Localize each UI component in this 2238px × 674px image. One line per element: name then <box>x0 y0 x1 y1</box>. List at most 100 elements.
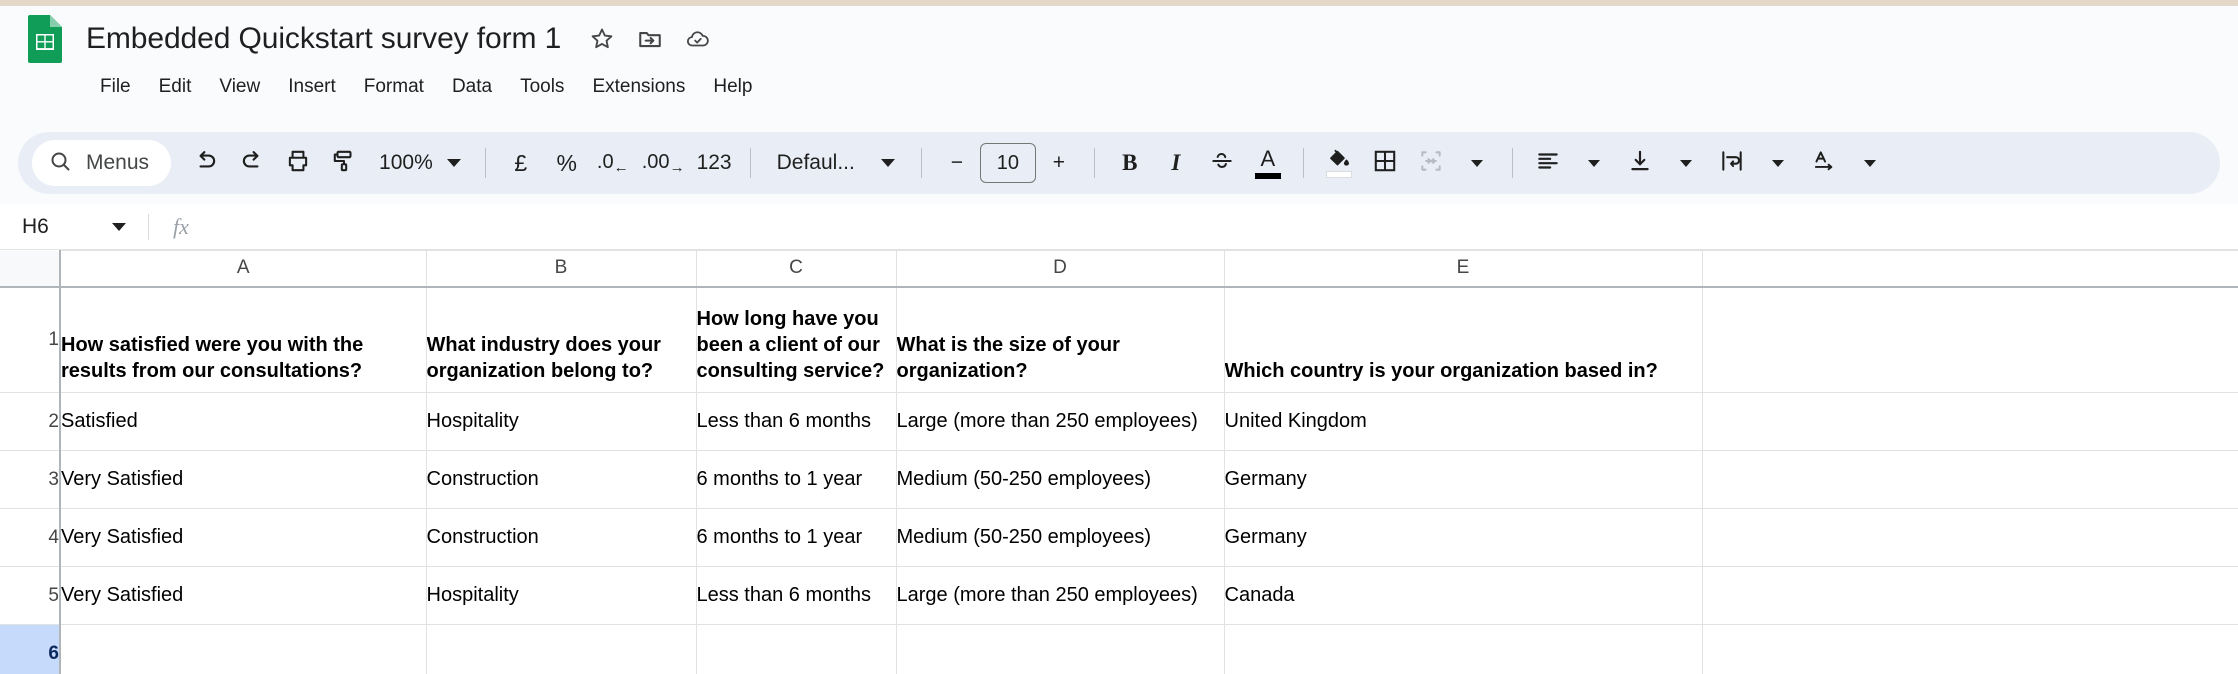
cell-f3[interactable] <box>1702 451 2238 509</box>
zoom-control[interactable]: 100% <box>367 140 473 186</box>
column-header-f[interactable] <box>1702 251 2238 287</box>
cell-c6[interactable] <box>696 625 896 674</box>
cell-b4[interactable]: Construction <box>426 509 696 567</box>
google-sheets-icon[interactable] <box>26 14 64 64</box>
horizontal-align-dropdown[interactable] <box>1571 140 1617 186</box>
star-icon[interactable] <box>589 26 615 52</box>
row-header-2[interactable]: 2 <box>0 393 60 451</box>
cell-e3[interactable]: Germany <box>1224 451 1702 509</box>
decrease-font-size-button[interactable]: − <box>934 140 980 186</box>
menu-item-edit[interactable]: Edit <box>145 70 206 104</box>
merge-cells-button[interactable] <box>1408 140 1454 186</box>
cell-a2[interactable]: Satisfied <box>60 393 426 451</box>
cell-c5[interactable]: Less than 6 months <box>696 567 896 625</box>
bold-button[interactable]: B <box>1107 140 1153 186</box>
text-wrapping-dropdown[interactable] <box>1755 140 1801 186</box>
row-header-5[interactable]: 5 <box>0 567 60 625</box>
row-header-3[interactable]: 3 <box>0 451 60 509</box>
increase-decimal-icon: .00 → <box>642 152 685 175</box>
column-header-b[interactable]: B <box>426 251 696 287</box>
cell-b1[interactable]: What industry does your organization bel… <box>426 287 696 393</box>
select-all-corner[interactable] <box>0 251 60 287</box>
cell-d2[interactable]: Large (more than 250 employees) <box>896 393 1224 451</box>
menu-item-format[interactable]: Format <box>350 70 438 104</box>
paint-format-button[interactable] <box>321 140 367 186</box>
font-family-select[interactable]: Defaul... <box>763 140 909 186</box>
move-to-folder-icon[interactable] <box>637 26 663 52</box>
increase-font-size-button[interactable]: + <box>1036 140 1082 186</box>
cloud-saved-icon[interactable] <box>685 26 711 52</box>
undo-button[interactable] <box>183 140 229 186</box>
formula-input[interactable] <box>213 204 2238 249</box>
vertical-align-button[interactable] <box>1617 140 1663 186</box>
cell-c4[interactable]: 6 months to 1 year <box>696 509 896 567</box>
percent-format-button[interactable]: % <box>544 140 590 186</box>
text-wrapping-button[interactable] <box>1709 140 1755 186</box>
cell-b5[interactable]: Hospitality <box>426 567 696 625</box>
cell-f2[interactable] <box>1702 393 2238 451</box>
cell-a5[interactable]: Very Satisfied <box>60 567 426 625</box>
cell-d1[interactable]: What is the size of your organization? <box>896 287 1224 393</box>
document-title[interactable]: Embedded Quickstart survey form 1 <box>86 22 561 56</box>
redo-button[interactable] <box>229 140 275 186</box>
number-format-button[interactable]: 123 <box>691 140 738 186</box>
fill-color-button[interactable] <box>1316 140 1362 186</box>
cell-f4[interactable] <box>1702 509 2238 567</box>
cell-e1[interactable]: Which country is your organization based… <box>1224 287 1702 393</box>
row-header-1[interactable]: 1 <box>0 287 60 393</box>
cell-d3[interactable]: Medium (50-250 employees) <box>896 451 1224 509</box>
cell-a6[interactable] <box>60 625 426 674</box>
cell-f1[interactable] <box>1702 287 2238 393</box>
cell-d6[interactable] <box>896 625 1224 674</box>
toolbar-divider-6 <box>1512 148 1513 178</box>
cell-d5[interactable]: Large (more than 250 employees) <box>896 567 1224 625</box>
column-header-a[interactable]: A <box>60 251 426 287</box>
font-size-input[interactable]: 10 <box>980 143 1036 183</box>
text-color-button[interactable]: A <box>1245 140 1291 186</box>
cell-b2[interactable]: Hospitality <box>426 393 696 451</box>
cell-a3[interactable]: Very Satisfied <box>60 451 426 509</box>
cell-a4[interactable]: Very Satisfied <box>60 509 426 567</box>
menu-item-file[interactable]: File <box>86 70 145 104</box>
vertical-align-dropdown[interactable] <box>1663 140 1709 186</box>
borders-button[interactable] <box>1362 140 1408 186</box>
search-menus-input[interactable]: Menus <box>32 140 171 186</box>
print-button[interactable] <box>275 140 321 186</box>
cell-b3[interactable]: Construction <box>426 451 696 509</box>
cell-d4[interactable]: Medium (50-250 employees) <box>896 509 1224 567</box>
cell-e5[interactable]: Canada <box>1224 567 1702 625</box>
menu-item-extensions[interactable]: Extensions <box>578 70 699 104</box>
menu-item-insert[interactable]: Insert <box>274 70 350 104</box>
cell-e4[interactable]: Germany <box>1224 509 1702 567</box>
cell-a1[interactable]: How satisfied were you with the results … <box>60 287 426 393</box>
row-header-4[interactable]: 4 <box>0 509 60 567</box>
text-rotation-button[interactable] <box>1801 140 1847 186</box>
menu-item-view[interactable]: View <box>205 70 274 104</box>
chevron-down-icon <box>112 223 126 231</box>
column-header-d[interactable]: D <box>896 251 1224 287</box>
name-box[interactable]: H6 <box>0 215 148 239</box>
column-header-e[interactable]: E <box>1224 251 1702 287</box>
cell-c1[interactable]: How long have you been a client of our c… <box>696 287 896 393</box>
currency-format-button[interactable]: £ <box>498 140 544 186</box>
cell-f5[interactable] <box>1702 567 2238 625</box>
menu-item-help[interactable]: Help <box>699 70 766 104</box>
cell-c3[interactable]: 6 months to 1 year <box>696 451 896 509</box>
decrease-decimal-button[interactable]: .0 ← <box>590 140 636 186</box>
strikethrough-button[interactable] <box>1199 140 1245 186</box>
column-header-c[interactable]: C <box>696 251 896 287</box>
text-rotation-dropdown[interactable] <box>1847 140 1893 186</box>
increase-decimal-button[interactable]: .00 → <box>636 140 691 186</box>
row-header-6[interactable]: 6 <box>0 625 60 674</box>
merge-cells-dropdown[interactable] <box>1454 140 1500 186</box>
cell-e6[interactable] <box>1224 625 1702 674</box>
cell-e2[interactable]: United Kingdom <box>1224 393 1702 451</box>
cell-f6[interactable] <box>1702 625 2238 674</box>
cell-b6[interactable] <box>426 625 696 674</box>
menu-item-data[interactable]: Data <box>438 70 506 104</box>
menu-item-tools[interactable]: Tools <box>506 70 578 104</box>
horizontal-align-button[interactable] <box>1525 140 1571 186</box>
italic-button[interactable]: I <box>1153 140 1199 186</box>
cell-c2[interactable]: Less than 6 months <box>696 393 896 451</box>
strikethrough-icon <box>1209 148 1235 179</box>
